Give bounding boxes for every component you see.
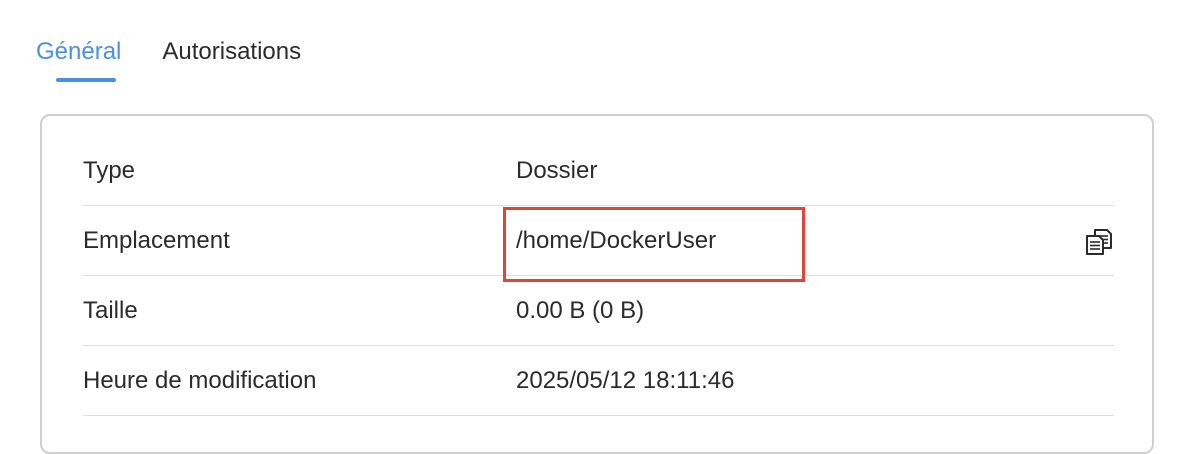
- copy-icon: [1086, 229, 1112, 255]
- properties-panel: Type Dossier Emplacement /home/DockerUse…: [40, 114, 1154, 454]
- tab-bar: Général Autorisations: [36, 28, 342, 82]
- property-row-type: Type Dossier: [83, 136, 1114, 206]
- property-label-taille: Taille: [83, 297, 138, 324]
- property-row-modification: Heure de modification 2025/05/12 18:11:4…: [83, 346, 1114, 416]
- tab-autorisations[interactable]: Autorisations: [162, 28, 301, 78]
- tab-general-label: Général: [36, 38, 122, 65]
- copy-path-button[interactable]: [1084, 227, 1114, 257]
- tab-general[interactable]: Général: [36, 28, 122, 82]
- property-value-modification: 2025/05/12 18:11:46: [516, 367, 735, 394]
- property-value-emplacement: /home/DockerUser: [516, 227, 717, 254]
- property-label-modification: Heure de modification: [83, 367, 317, 394]
- property-row-emplacement: Emplacement /home/DockerUser: [83, 206, 1114, 276]
- property-value-taille: 0.00 B (0 B): [516, 297, 645, 324]
- property-label-emplacement: Emplacement: [83, 227, 230, 254]
- tab-autorisations-label: Autorisations: [162, 38, 302, 65]
- property-row-taille: Taille 0.00 B (0 B): [83, 276, 1114, 346]
- property-label-type: Type: [83, 157, 136, 184]
- active-tab-indicator: [56, 78, 116, 82]
- property-value-type: Dossier: [516, 157, 598, 184]
